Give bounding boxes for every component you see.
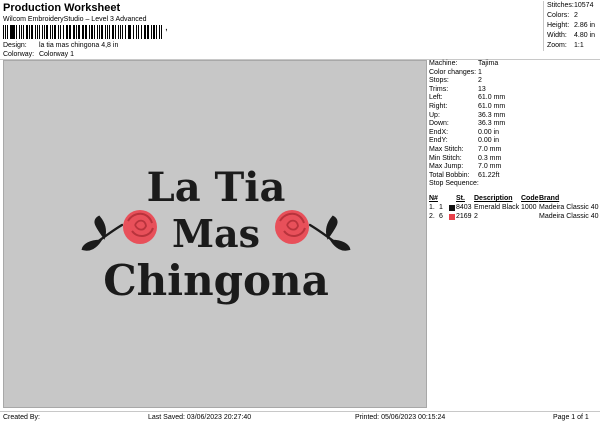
footer: Created By: Last Saved: 03/06/2023 20:27…	[0, 411, 600, 424]
design-text-line1: La Tia	[147, 164, 286, 211]
summary-stitches: Stitches: 10574	[547, 2, 594, 9]
design-row: Design: la tia mas chingona 4,8 in	[3, 42, 118, 49]
summary-height: Height: 2.86 in	[547, 22, 596, 29]
param-row: Left: 61.0 mm	[429, 94, 506, 102]
param-row: Stop Sequence:	[429, 180, 479, 188]
param-row: Color changes: 1	[429, 68, 482, 76]
col-description: Description	[474, 195, 513, 202]
design-text-line3: Chingona	[103, 256, 329, 305]
color-swatch	[449, 205, 455, 211]
design-value: la tia mas chingona 4,8 in	[38, 42, 119, 49]
param-row: Total Bobbin: 61.22ft	[429, 171, 500, 179]
summary-panel: Stitches: 10574 Colors: 2 Height: 2.86 in W…	[543, 1, 600, 51]
param-row: EndY: 0.00 in	[429, 137, 500, 145]
created-by: Created By:	[3, 414, 40, 421]
design-text-line2: Mas	[172, 211, 260, 256]
left-leaf-sprig-icon	[81, 215, 124, 251]
design-preview: La Tia Mas Chingona	[3, 60, 427, 408]
param-row: Right: 61.0 mm	[429, 102, 506, 110]
param-row: EndX: 0.00 in	[429, 128, 500, 136]
colorway-row: Colorway: Colorway 1	[3, 51, 74, 58]
right-rose-icon	[275, 210, 309, 244]
sequence-row: 1. 1 8403 Emerald Black 1000 Madeira Cla…	[429, 204, 599, 211]
col-code: Code	[521, 195, 539, 202]
design-label: Design:	[3, 42, 27, 49]
param-row: Stops: 2	[429, 77, 482, 85]
param-row: Trims: 13	[429, 85, 486, 93]
param-row: Max Stitch: 7.0 mm	[429, 145, 502, 153]
machine-params: Machine: Tajima Color changes: 1 Stops: 2 Trim…	[429, 60, 600, 189]
left-rose-icon	[123, 210, 157, 244]
param-row: Up: 36.3 mm	[429, 111, 506, 119]
barcode	[3, 25, 163, 39]
sequence-row: 2. 6 2169 2 Madeira Classic 40	[429, 213, 599, 220]
last-saved: Last Saved: 03/06/2023 20:27:40	[148, 414, 252, 421]
printed-date: Printed: 05/06/2023 00:15:24	[355, 414, 446, 421]
page-number: Page 1 of 1	[553, 414, 589, 421]
col-st: St.	[456, 195, 465, 202]
design-artwork: La Tia Mas Chingona	[81, 164, 351, 305]
summary-zoom: Zoom: 1:1	[547, 42, 584, 49]
col-brand: Brand	[539, 195, 560, 202]
worksheet-title: Production Worksheet	[3, 2, 121, 14]
summary-colors: Colors: 2	[547, 12, 578, 19]
param-row: Down: 36.3 mm	[429, 120, 506, 128]
software-name: Wilcom EmbroideryStudio – Level 3 Advanc…	[3, 16, 147, 23]
color-swatch	[449, 214, 455, 220]
colorway-label: Colorway:	[3, 51, 35, 58]
summary-width: Width: 4.80 in	[547, 32, 596, 39]
stop-sequence-header: N# St. Description Code Brand	[429, 195, 600, 204]
param-row: Machine: Tajima	[429, 60, 499, 67]
param-row: Min Stitch: 0.3 mm	[429, 154, 502, 162]
param-row: Max Jump: 7.0 mm	[429, 163, 502, 171]
barcode-tail: ,	[165, 22, 168, 33]
col-num: N#	[429, 195, 438, 202]
right-leaf-sprig-icon	[308, 215, 351, 251]
colorway-value: Colorway 1	[38, 51, 74, 58]
